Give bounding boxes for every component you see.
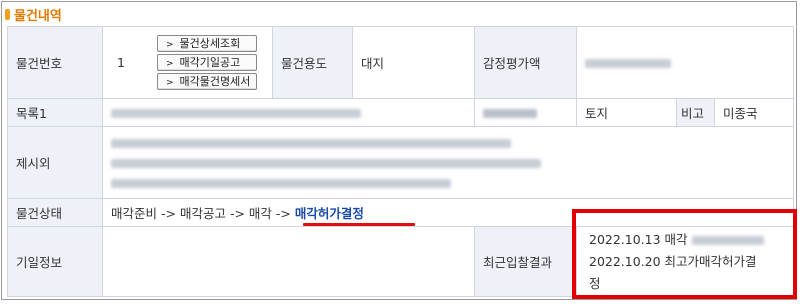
status-step-prepare: 매각준비 bbox=[111, 206, 158, 221]
sale-date-notice-label: 매각기일공고 bbox=[179, 56, 241, 69]
table-row: 목록1 토지 비고 미종국 bbox=[7, 98, 795, 127]
label-recent-bid: 최근입찰결과 bbox=[474, 226, 577, 297]
redacted-appraisal-value bbox=[585, 59, 671, 68]
label-appraisal: 감정평가액 bbox=[474, 26, 577, 99]
label-use: 물건용도 bbox=[272, 26, 353, 99]
redacted-extra-line-1 bbox=[111, 138, 511, 148]
chevron-right-icon: > bbox=[166, 40, 174, 50]
sale-specification-label: 매각물건명세서 bbox=[179, 75, 251, 88]
chevron-right-icon: > bbox=[166, 59, 174, 69]
redacted-extra-line-3 bbox=[111, 178, 451, 188]
status-underline-annotation bbox=[303, 223, 415, 226]
redacted-area bbox=[483, 109, 537, 118]
label-status: 물건상태 bbox=[7, 198, 103, 227]
status-arrow: -> bbox=[157, 206, 180, 221]
list1-address-cell bbox=[102, 98, 475, 127]
status-step-sale: 매각 bbox=[248, 206, 272, 221]
detail-view-label: 물건상세조회 bbox=[179, 37, 241, 50]
status-current: 매각허가결정 bbox=[294, 206, 364, 221]
label-extra: 제시외 bbox=[7, 126, 103, 199]
sale-specification-button[interactable]: > 매각물건명세서 bbox=[157, 73, 257, 90]
bullet-icon bbox=[5, 8, 10, 20]
status-step-notice: 매각공고 bbox=[179, 206, 226, 221]
sale-date-notice-button[interactable]: > 매각기일공고 bbox=[157, 54, 257, 71]
table-row: 물건번호 1 > 물건상세조회 > 매각기일공고 > 매각물건명세서 물건용도 대지 … bbox=[7, 26, 795, 99]
list1-extra-cell bbox=[474, 98, 577, 127]
label-note: 비고 bbox=[676, 98, 715, 127]
recent-bid-highlight-box bbox=[572, 209, 797, 299]
redacted-extra-line-2 bbox=[111, 158, 541, 168]
date-info-value bbox=[102, 226, 475, 297]
land-type: 토지 bbox=[576, 98, 677, 127]
item-no-cell: 1 > 물건상세조회 > 매각기일공고 > 매각물건명세서 bbox=[102, 26, 273, 99]
label-item-no: 물건번호 bbox=[7, 26, 103, 99]
label-date-info: 기일정보 bbox=[7, 226, 103, 297]
extra-details-cell bbox=[101, 126, 795, 199]
item-no-value: 1 bbox=[117, 55, 125, 70]
use-value: 대지 bbox=[352, 26, 475, 99]
status-arrow: -> bbox=[271, 206, 295, 221]
section-title-text: 물건내역 bbox=[14, 8, 62, 24]
redacted-address bbox=[111, 109, 361, 118]
appraisal-value-cell bbox=[575, 26, 795, 99]
chevron-right-icon: > bbox=[166, 78, 174, 88]
detail-view-button[interactable]: > 물건상세조회 bbox=[157, 35, 257, 52]
table-row: 제시외 bbox=[7, 126, 795, 199]
status-arrow: -> bbox=[225, 206, 249, 221]
section-title: 물건내역 bbox=[5, 5, 62, 24]
note-value: 미종국 bbox=[713, 98, 795, 127]
label-list1: 목록1 bbox=[7, 98, 103, 127]
